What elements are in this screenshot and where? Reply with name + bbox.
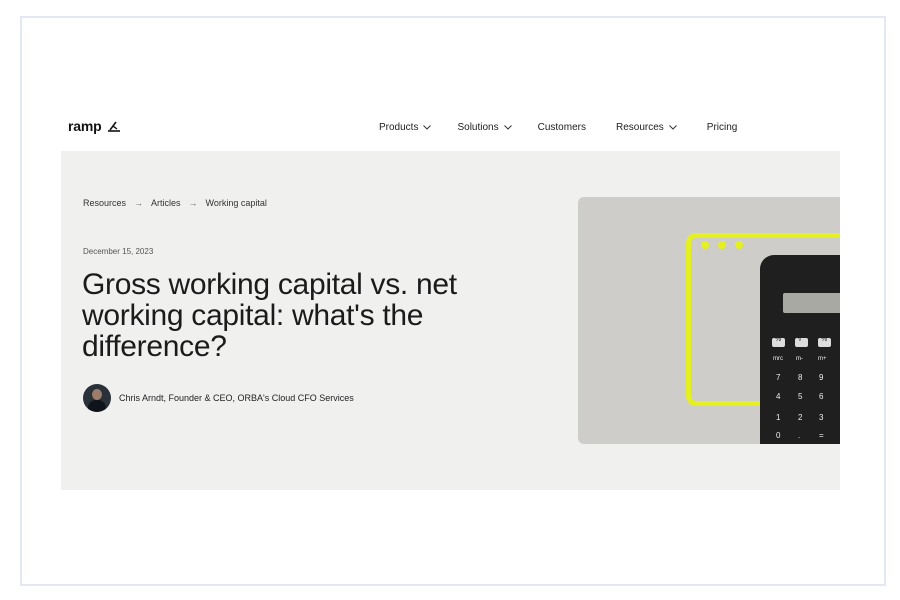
nav-solutions[interactable]: Solutions [457,122,512,133]
chevron-down-icon [503,125,512,130]
ramp-logo[interactable]: ramp [68,118,121,134]
window-dot-icon [718,241,726,249]
calculator-screen [783,293,840,313]
breadcrumb-resources[interactable]: Resources [83,198,126,208]
window-dot-icon [735,241,743,249]
arrow-right-icon: → [188,198,198,208]
calc-key-label: 7 [776,373,781,382]
nav-resources[interactable]: Resources [616,122,677,133]
breadcrumb-articles[interactable]: Articles [151,198,181,208]
nav-customers[interactable]: Customers [538,122,586,133]
calc-key-label: 8 [798,373,803,382]
calc-key-label: 2 [798,413,803,422]
article-title: Gross working capital vs. net working ca… [82,268,457,363]
nav-products[interactable]: Products [379,122,432,133]
nav-pricing[interactable]: Pricing [707,122,738,133]
hero-illustration: % √ % mrc m- m+ 7 8 9 4 5 6 1 2 3 0 . = [578,197,840,444]
calc-key-label: m- [796,356,803,362]
author-avatar [83,384,111,412]
nav-solutions-label: Solutions [457,122,499,133]
calc-key-label: 4 [776,392,781,401]
main-menu: Products Solutions Customers Resources P… [379,122,737,133]
calc-key-label: √ [798,336,802,343]
author-name[interactable]: Chris Arndt, Founder & CEO, ORBA's Cloud… [119,393,354,403]
calc-key-label: 5 [798,392,803,401]
brand-name: ramp [68,118,102,134]
calc-key-label: 0 [776,431,781,440]
ramp-logo-icon [108,121,121,132]
calc-key-label: 3 [819,413,824,422]
calculator-image: % √ % mrc m- m+ 7 8 9 4 5 6 1 2 3 0 . = [760,255,840,444]
calc-key-label: 6 [819,392,824,401]
nav-customers-label: Customers [537,122,586,133]
author-line: Chris Arndt, Founder & CEO, ORBA's Cloud… [83,384,354,412]
calc-key-label: = [819,431,824,440]
arrow-right-icon: → [134,198,144,208]
nav-pricing-label: Pricing [706,122,738,133]
article-date: December 15, 2023 [83,247,154,256]
top-nav: ramp Products Solutions Customers Resour… [68,118,840,138]
article-hero: Resources → Articles → Working capital D… [61,151,840,490]
nav-resources-label: Resources [615,122,664,133]
chevron-down-icon [423,125,432,130]
nav-products-label: Products [379,122,419,133]
calc-key-label: % [775,336,782,343]
chevron-down-icon [668,125,677,130]
breadcrumb-working-capital[interactable]: Working capital [206,198,267,208]
calc-key-label: mrc [773,356,783,362]
calc-key-label: m+ [818,356,827,362]
calc-key-label: 1 [776,413,781,422]
window-dot-icon [701,241,709,249]
calc-key-label: 9 [819,373,824,382]
breadcrumb: Resources → Articles → Working capital [83,198,267,208]
calc-key-label: . [798,431,801,440]
calc-key-label: % [821,336,828,343]
